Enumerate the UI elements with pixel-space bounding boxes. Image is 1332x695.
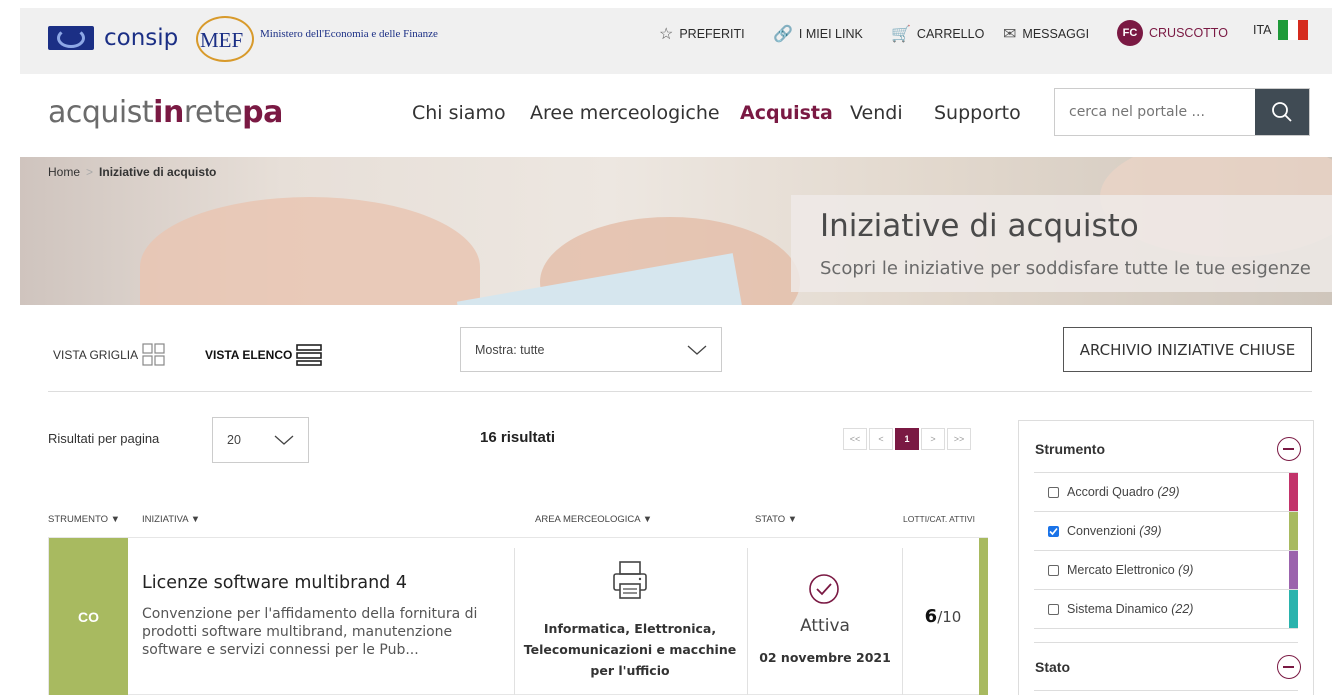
cruscotto-link[interactable]: FC CRUSCOTTO <box>1117 20 1228 46</box>
sort-iniziativa[interactable]: INIZIATIVA ▼ <box>142 514 200 525</box>
nav-supporto[interactable]: Supporto <box>934 102 1021 124</box>
search-input[interactable] <box>1055 89 1257 135</box>
results-count: 16 risultati <box>480 429 556 446</box>
lotti-count: 6/10 <box>924 606 962 627</box>
stato-value: Attiva <box>800 616 850 636</box>
row-color-bar <box>979 538 988 695</box>
breadcrumb-current: Iniziative di acquisto <box>99 165 217 179</box>
italian-flag-icon <box>1277 20 1308 40</box>
checkbox-checked[interactable] <box>1048 525 1059 537</box>
language-selector[interactable]: ITA <box>1253 20 1308 40</box>
vista-elenco-label: VISTA ELENCO <box>205 348 293 362</box>
iniziativa-description: Convenzione per l'affidamento della forn… <box>142 606 478 658</box>
filter-strumento-title: Strumento <box>1035 441 1105 457</box>
vista-elenco-toggle[interactable]: VISTA ELENCO <box>205 343 323 367</box>
risultati-per-pagina-label: Risultati per pagina <box>48 431 160 446</box>
lotti-header: LOTTI/CAT. ATTIVI <box>903 514 975 524</box>
mail-icon: ✉ <box>1003 26 1017 43</box>
nav-acquista[interactable]: Acquista <box>740 102 833 124</box>
nav-aree-merceologiche[interactable]: Aree merceologiche <box>530 102 720 124</box>
checkbox[interactable] <box>1048 564 1059 576</box>
language-label: ITA <box>1253 23 1272 37</box>
printer-icon <box>613 561 647 599</box>
filter-accordi-quadro[interactable]: Accordi Quadro (29) <box>1034 472 1298 511</box>
mef-subtitle: Ministero dell'Economia e delle Finanze <box>260 28 438 40</box>
link-icon: 🔗 <box>773 26 793 43</box>
area-merceologica: Informatica, Elettronica, Telecomunicazi… <box>523 621 737 678</box>
carrello-label: CARRELLO <box>916 27 985 41</box>
iniziativa-title[interactable]: Licenze software multibrand 4 <box>142 573 407 593</box>
i-miei-link-link[interactable]: 🔗 I MIEI LINK <box>773 24 863 44</box>
mostra-select[interactable]: Mostra: tutte <box>460 327 722 372</box>
strumento-tag: CO <box>49 538 128 695</box>
grid-view-icon <box>142 343 165 366</box>
cart-icon: 🛒 <box>891 26 911 43</box>
sort-area-merceologica[interactable]: AREA MERCEOLOGICA ▼ <box>535 514 652 525</box>
collapse-stato-icon[interactable] <box>1277 655 1301 679</box>
consip-logo-text[interactable]: consip <box>104 25 178 51</box>
sort-strumento[interactable]: STRUMENTO ▼ <box>48 514 120 525</box>
filter-sistema-dinamico[interactable]: Sistema Dinamico (22) <box>1034 589 1298 629</box>
last-page-button[interactable]: >> <box>947 428 971 450</box>
messaggi-link[interactable]: ✉ MESSAGGI <box>1003 24 1089 44</box>
mostra-value: Mostra: tutte <box>475 342 545 357</box>
acquistinretepa-logo[interactable]: acquistinretepa <box>48 95 283 130</box>
preferiti-label: PREFERITI <box>679 27 745 41</box>
list-view-icon <box>296 344 323 366</box>
divider <box>48 391 1312 392</box>
nav-vendi[interactable]: Vendi <box>850 102 903 124</box>
consip-logo-icon[interactable] <box>48 26 94 50</box>
filter-stato-title: Stato <box>1035 659 1070 675</box>
breadcrumb-home[interactable]: Home <box>48 165 80 179</box>
preferiti-link[interactable]: ☆ PREFERITI <box>659 24 745 44</box>
prev-page-button[interactable]: < <box>869 428 893 450</box>
checkbox[interactable] <box>1048 486 1059 498</box>
collapse-strumento-icon[interactable] <box>1277 437 1301 461</box>
filter-convenzioni[interactable]: Convenzioni (39) <box>1034 511 1298 550</box>
check-circle-icon <box>809 574 839 604</box>
results-per-page-select[interactable]: 20 <box>212 417 309 463</box>
star-icon: ☆ <box>659 26 674 43</box>
mef-logo-text[interactable]: MEF <box>200 28 243 53</box>
results-per-page-value: 20 <box>227 433 241 447</box>
search-icon <box>1272 102 1292 122</box>
pagination: << < 1 > >> <box>843 428 971 450</box>
chevron-down-icon <box>274 435 294 445</box>
carrello-link[interactable]: 🛒 CARRELLO <box>891 24 984 44</box>
vista-griglia-label: VISTA GRIGLIA <box>53 348 139 362</box>
next-page-button[interactable]: > <box>921 428 945 450</box>
divider <box>1034 642 1298 643</box>
vista-griglia-toggle[interactable]: VISTA GRIGLIA <box>53 343 166 367</box>
search-box <box>1054 88 1310 136</box>
filter-mercato-elettronico[interactable]: Mercato Elettronico (9) <box>1034 550 1298 589</box>
i-miei-link-label: I MIEI LINK <box>798 27 863 41</box>
sort-stato[interactable]: STATO ▼ <box>755 514 797 525</box>
nav-chi-siamo[interactable]: Chi siamo <box>412 102 506 124</box>
breadcrumb: Home > Iniziative di acquisto <box>48 165 217 179</box>
user-avatar: FC <box>1117 20 1143 46</box>
page-1-button[interactable]: 1 <box>895 428 919 450</box>
stato-date: 02 novembre 2021 <box>759 650 891 665</box>
chevron-down-icon <box>687 345 707 355</box>
archivio-iniziative-chiuse-button[interactable]: ARCHIVIO INIZIATIVE CHIUSE <box>1063 327 1312 372</box>
page-title: Iniziative di acquisto <box>820 208 1139 244</box>
checkbox[interactable] <box>1048 603 1059 615</box>
page-subtitle: Scopri le iniziative per soddisfare tutt… <box>820 258 1311 279</box>
messaggi-label: MESSAGGI <box>1022 27 1090 41</box>
search-button[interactable] <box>1255 89 1309 135</box>
first-page-button[interactable]: << <box>843 428 867 450</box>
cruscotto-label: CRUSCOTTO <box>1149 26 1228 40</box>
